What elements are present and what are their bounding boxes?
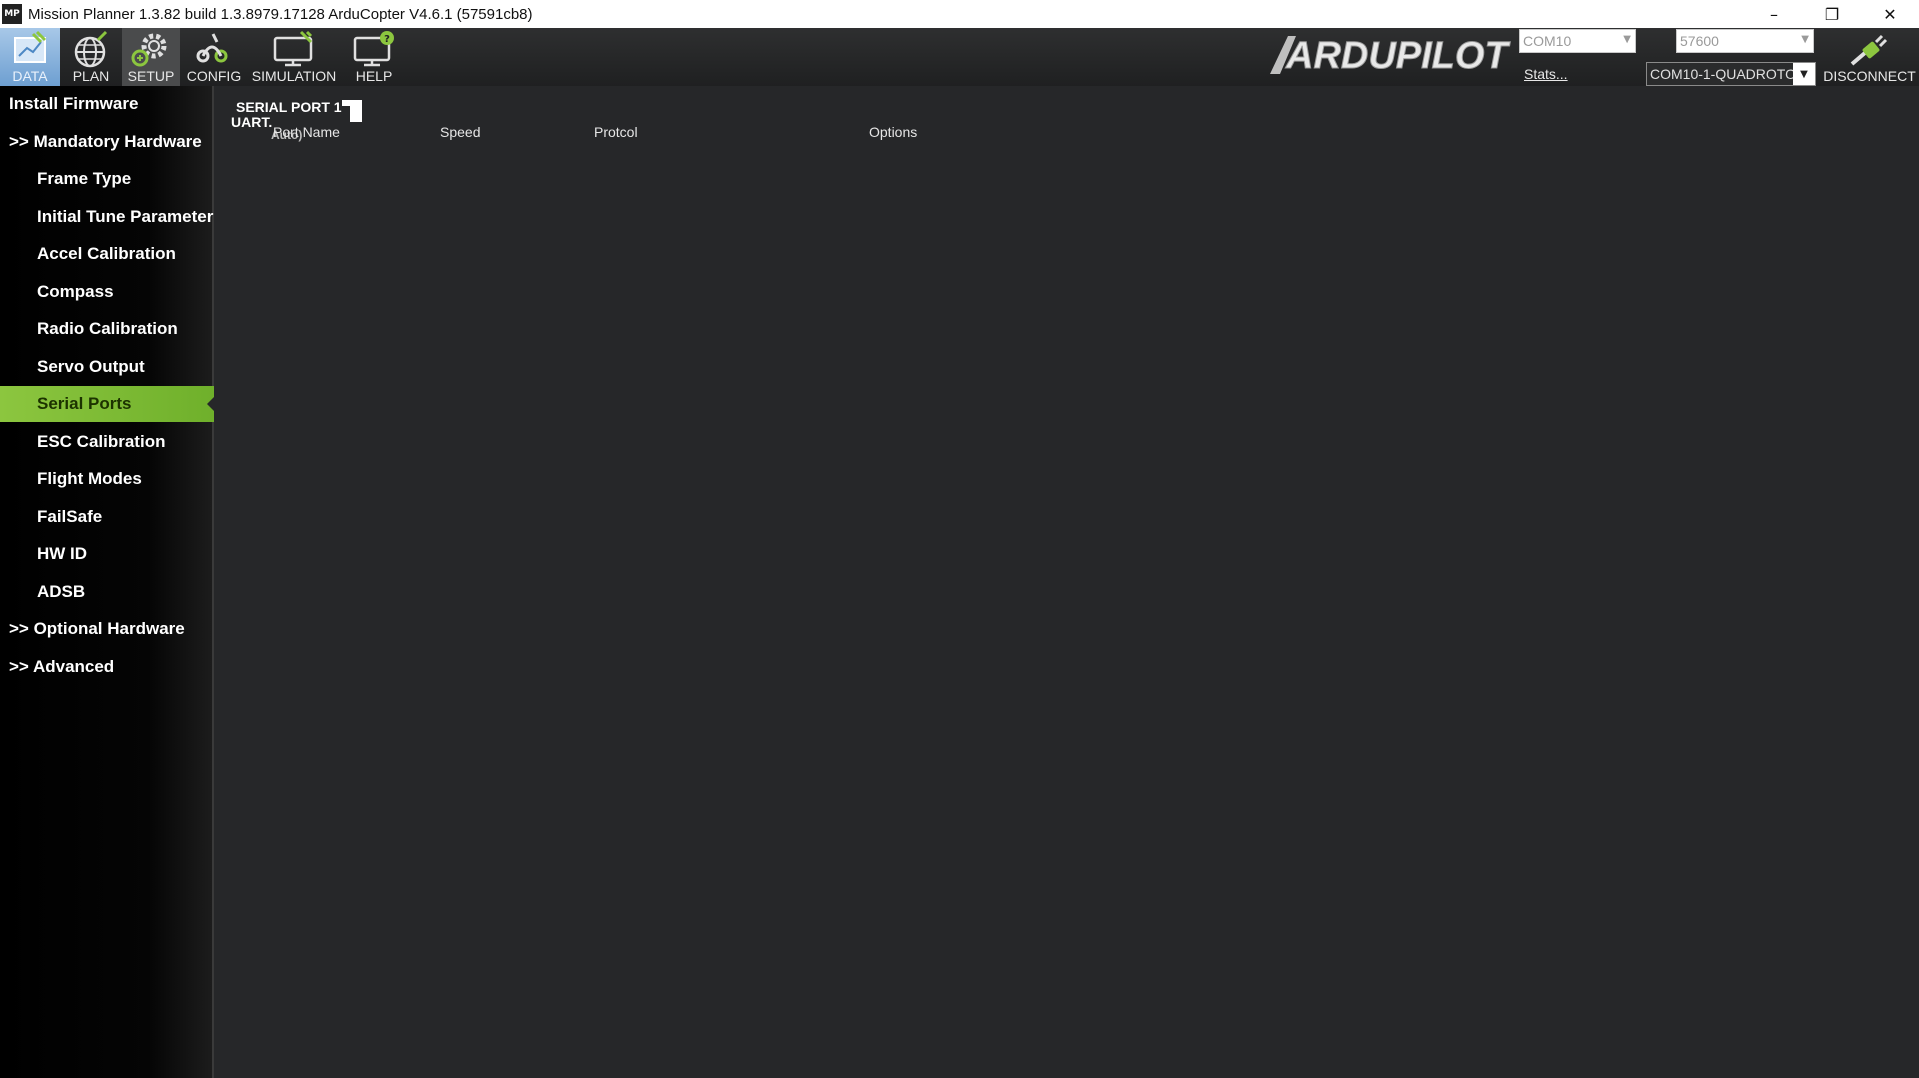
simulation-monitor-icon	[273, 30, 313, 67]
disconnect-label: DISCONNECT	[1823, 68, 1916, 84]
setup-button[interactable]: SETUP	[122, 28, 180, 86]
setup-sidebar: Install Firmware >> Mandatory Hardware F…	[0, 86, 214, 1078]
serial-port-expand-button[interactable]	[342, 100, 362, 122]
help-button[interactable]: ? HELP	[344, 28, 404, 86]
stats-link[interactable]: Stats...	[1524, 66, 1568, 82]
setup-button-label: SETUP	[127, 68, 175, 84]
data-button-label: DATA	[12, 68, 48, 84]
data-icon	[14, 30, 47, 63]
sidebar-item-optional-hardware[interactable]: >> Optional Hardware	[0, 611, 214, 647]
help-button-label: HELP	[355, 68, 393, 84]
sidebar-item-label: Flight Modes	[37, 469, 142, 488]
sidebar-item-label: FailSafe	[37, 506, 103, 526]
chevron-down-icon: ▼	[1801, 34, 1809, 45]
sidebar-item-label: Compass	[37, 281, 114, 301]
simulation-button[interactable]: SIMULATION	[248, 28, 340, 86]
sidebar-item-frame-type[interactable]: Frame Type	[0, 161, 214, 197]
sidebar-item-label: Initial Tune Parameters	[37, 206, 214, 226]
sidebar-item-label: >> Advanced	[9, 656, 115, 676]
sidebar-item-adsb[interactable]: ADSB	[0, 574, 214, 610]
sidebar-item-install-firmware[interactable]: Install Firmware	[0, 86, 214, 122]
plan-globe-icon	[74, 30, 108, 68]
setup-gear-icon	[131, 33, 167, 67]
com-port-select[interactable]: COM10 ▼	[1519, 29, 1636, 53]
sidebar-item-compass[interactable]: Compass	[0, 274, 214, 310]
baud-rate-value: 57600	[1680, 33, 1719, 49]
data-button[interactable]: DATA	[0, 28, 60, 86]
window-title-bar: MP Mission Planner 1.3.82 build 1.3.8979…	[0, 0, 1919, 28]
simulation-button-label: SIMULATION	[251, 68, 337, 84]
column-port-name: Port Name	[273, 124, 340, 140]
connection-value: COM10-1-QUADROTOR	[1650, 66, 1796, 82]
mission-planner-app-icon: MP	[2, 4, 22, 24]
sidebar-item-radio-calibration[interactable]: Radio Calibration	[0, 311, 214, 347]
sidebar-item-label: Serial Ports	[37, 394, 132, 413]
sidebar-item-label: Install Firmware	[9, 94, 139, 113]
sidebar-item-advanced[interactable]: >> Advanced	[0, 649, 214, 685]
serial-port-uart-label: UART.	[231, 114, 273, 130]
sidebar-item-mandatory-hardware[interactable]: >> Mandatory Hardware	[0, 124, 214, 160]
help-monitor-icon: ?	[353, 31, 394, 67]
connection-select[interactable]: COM10-1-QUADROTOR ▼	[1646, 62, 1816, 86]
config-wrench-icon	[196, 33, 228, 63]
sidebar-item-label: Accel Calibration	[37, 244, 176, 263]
sidebar-item-failsafe[interactable]: FailSafe	[0, 499, 214, 535]
baud-rate-select[interactable]: 57600 ▼	[1676, 29, 1814, 53]
disconnect-button[interactable]: DISCONNECT	[1822, 30, 1917, 86]
sidebar-item-label: Radio Calibration	[37, 319, 178, 338]
disconnect-plug-icon	[1850, 34, 1887, 66]
window-controls: – ❐ ✕	[1745, 0, 1919, 28]
plan-button-label: PLAN	[72, 68, 110, 84]
sidebar-item-esc-calibration[interactable]: ESC Calibration	[0, 424, 214, 460]
sidebar-item-label: Frame Type	[37, 169, 132, 188]
serial-port-title: SERIAL PORT 1	[236, 99, 342, 115]
config-button-label: CONFIG	[186, 68, 242, 84]
minimize-button[interactable]: –	[1745, 0, 1803, 28]
ardupilot-logo-text: ARDUPILOT	[1285, 35, 1510, 77]
window-title: Mission Planner 1.3.82 build 1.3.8979.17…	[28, 5, 533, 23]
column-options: Options	[869, 124, 918, 140]
sidebar-item-label: >> Mandatory Hardware	[9, 131, 202, 151]
sidebar-item-label: >> Optional Hardware	[9, 619, 185, 638]
chevron-down-icon: ▼	[1623, 34, 1631, 45]
config-button[interactable]: CONFIG	[184, 28, 244, 86]
sidebar-item-serial-ports[interactable]: Serial Ports	[0, 386, 214, 422]
active-item-caret	[207, 395, 214, 413]
ardupilot-logo: ARDUPILOT	[1270, 35, 1511, 78]
sidebar-item-label: ADSB	[37, 581, 86, 601]
column-protocol: Protcol	[594, 124, 638, 140]
plan-button[interactable]: PLAN	[64, 28, 118, 86]
sidebar-item-accel-calibration[interactable]: Accel Calibration	[0, 236, 214, 272]
sidebar-item-servo-output[interactable]: Servo Output	[0, 349, 214, 385]
restore-button[interactable]: ❐	[1803, 0, 1861, 28]
sidebar-item-flight-modes[interactable]: Flight Modes	[0, 461, 214, 497]
com-port-value: COM10	[1523, 33, 1572, 49]
sidebar-item-hw-id[interactable]: HW ID	[0, 536, 214, 572]
sidebar-item-label: ESC Calibration	[37, 431, 166, 451]
close-button[interactable]: ✕	[1861, 0, 1919, 28]
sidebar-item-label: HW ID	[37, 544, 88, 563]
sidebar-item-initial-tune-parameters[interactable]: Initial Tune Parameters	[0, 199, 214, 235]
svg-text:?: ?	[384, 34, 390, 45]
chevron-down-icon: ▼	[1793, 63, 1815, 85]
serial-ports-panel: SERIAL PORT 1 UART. Auto) Port Name Spee…	[216, 86, 1919, 1078]
sidebar-item-label: Servo Output	[37, 356, 145, 376]
column-speed: Speed	[440, 124, 481, 140]
